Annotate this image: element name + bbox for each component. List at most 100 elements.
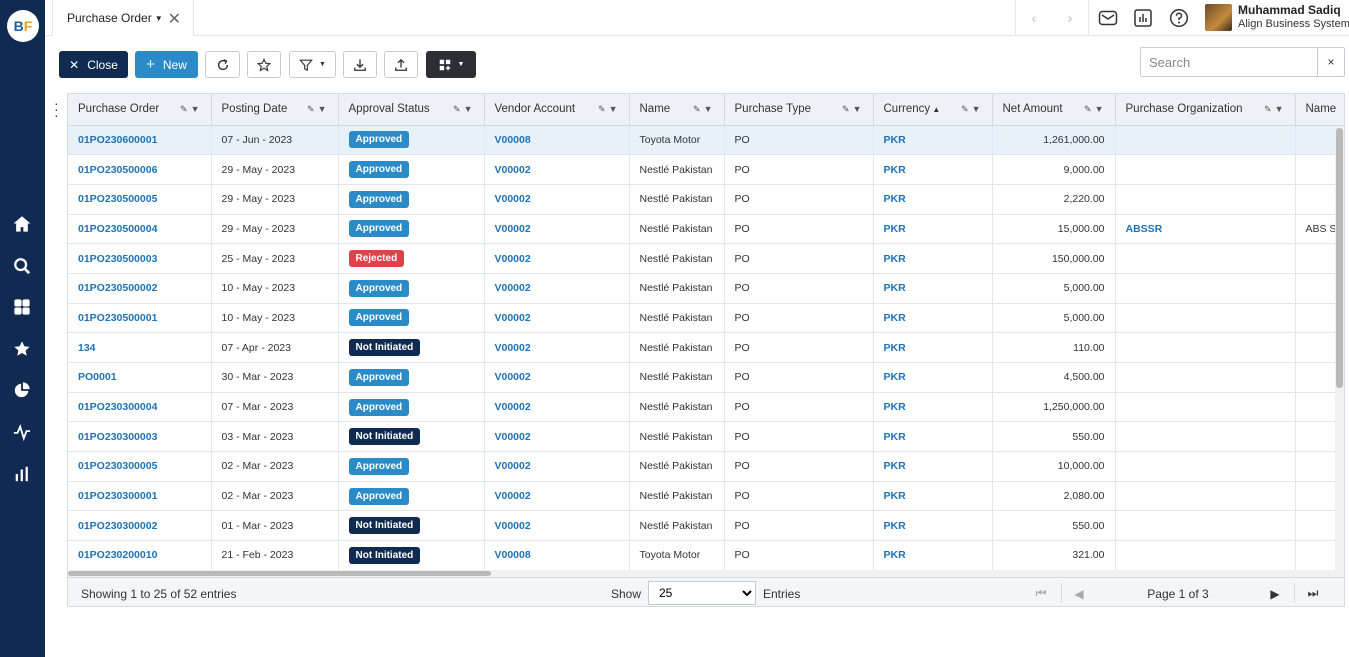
po-number-cell[interactable]: 01PO230500005	[68, 184, 212, 215]
vendor-account-cell[interactable]: V00002	[484, 362, 630, 393]
currency-cell[interactable]: PKR	[873, 154, 993, 185]
page-size-select[interactable]: 25	[648, 581, 756, 605]
po-number-cell[interactable]: 01PO230500006	[68, 154, 212, 185]
column-header-currency[interactable]: Currency ▲ ✎▼	[873, 94, 993, 126]
star-icon[interactable]	[12, 339, 32, 359]
column-header-name[interactable]: Name ✎▼	[629, 94, 725, 126]
mail-icon[interactable]	[1098, 8, 1118, 28]
vertical-scrollbar[interactable]	[1335, 126, 1344, 570]
chevron-left-icon[interactable]: ‹	[1032, 10, 1037, 26]
currency-cell[interactable]: PKR	[873, 214, 993, 245]
download-button[interactable]	[343, 51, 377, 78]
vendor-account-cell[interactable]: V00002	[484, 332, 630, 363]
vendor-account-cell[interactable]: V00002	[484, 214, 630, 245]
currency-cell[interactable]: PKR	[873, 451, 993, 482]
last-page-icon[interactable]: ⏭	[1302, 578, 1324, 606]
reports-bar-icon[interactable]	[12, 464, 32, 484]
po-number-cell[interactable]: 01PO230200010	[68, 540, 212, 571]
table-row[interactable]: 01PO230500005 29 - May - 2023 Approved V000…	[68, 184, 1344, 215]
vendor-account-cell[interactable]: V00002	[484, 154, 630, 185]
table-row[interactable]: 01PO230300001 02 - Mar - 2023 Approved V000…	[68, 481, 1344, 512]
vendor-account-cell[interactable]: V00008	[484, 125, 630, 156]
currency-cell[interactable]: PKR	[873, 243, 993, 274]
search-icon[interactable]	[12, 256, 32, 276]
currency-cell[interactable]: PKR	[873, 481, 993, 512]
pin-filter-icons[interactable]: ✎▼	[180, 104, 202, 115]
currency-cell[interactable]: PKR	[873, 125, 993, 156]
pin-filter-icons[interactable]: ✎▼	[1084, 104, 1106, 115]
refresh-button[interactable]	[205, 51, 240, 78]
currency-cell[interactable]: PKR	[873, 362, 993, 393]
help-icon[interactable]	[1169, 8, 1189, 28]
vendor-account-cell[interactable]: V00002	[484, 421, 630, 453]
po-number-cell[interactable]: 01PO230500001	[68, 303, 212, 334]
purchase-organization-cell[interactable]	[1115, 332, 1296, 363]
next-page-icon[interactable]: ▶	[1264, 578, 1286, 606]
column-header-approval-status[interactable]: Approval Status ✎▼	[338, 94, 485, 126]
po-number-cell[interactable]: PO0001	[68, 362, 212, 393]
po-number-cell[interactable]: 134	[68, 332, 212, 363]
vendor-account-cell[interactable]: V00002	[484, 510, 630, 542]
currency-cell[interactable]: PKR	[873, 540, 993, 571]
new-button[interactable]: + New	[135, 51, 198, 78]
po-number-cell[interactable]: 01PO230500004	[68, 214, 212, 245]
vendor-account-cell[interactable]: V00002	[484, 273, 630, 304]
currency-cell[interactable]: PKR	[873, 392, 993, 423]
table-row[interactable]: 01PO230300004 07 - Mar - 2023 Approved V000…	[68, 392, 1344, 423]
purchase-organization-cell[interactable]	[1115, 154, 1296, 185]
vendor-account-cell[interactable]: V00002	[484, 451, 630, 482]
pin-filter-icons[interactable]: ✎▼	[1264, 104, 1286, 115]
pin-filter-icons[interactable]: ✎▼	[961, 104, 983, 115]
po-number-cell[interactable]: 01PO230500003	[68, 243, 212, 274]
pin-filter-icons[interactable]: ✎▼	[693, 104, 715, 115]
table-row[interactable]: 01PO230500003 25 - May - 2023 Rejected V000…	[68, 243, 1344, 274]
currency-cell[interactable]: PKR	[873, 303, 993, 334]
table-row[interactable]: 01PO230500001 10 - May - 2023 Approved V000…	[68, 303, 1344, 334]
tab-purchase-order[interactable]: Purchase Order ▼ ✕	[52, 0, 194, 36]
currency-cell[interactable]: PKR	[873, 510, 993, 542]
clear-search-icon[interactable]: ×	[1317, 48, 1344, 76]
chevron-right-icon[interactable]: ›	[1068, 10, 1073, 26]
currency-cell[interactable]: PKR	[873, 273, 993, 304]
purchase-organization-cell[interactable]	[1115, 184, 1296, 215]
po-number-cell[interactable]: 01PO230300005	[68, 451, 212, 482]
column-header-purchase-order[interactable]: Purchase Order ✎▼	[68, 94, 212, 126]
currency-cell[interactable]: PKR	[873, 332, 993, 363]
column-header-vendor-account[interactable]: Vendor Account ✎▼	[484, 94, 630, 126]
vendor-account-cell[interactable]: V00002	[484, 481, 630, 512]
home-icon[interactable]	[12, 214, 32, 234]
po-number-cell[interactable]: 01PO230300003	[68, 421, 212, 453]
purchase-organization-cell[interactable]	[1115, 303, 1296, 334]
column-header-net-amount[interactable]: Net Amount ✎▼	[992, 94, 1116, 126]
pin-filter-icons[interactable]: ✎▼	[453, 104, 475, 115]
app-logo[interactable]: BF	[7, 10, 39, 42]
table-row[interactable]: 134 07 - Apr - 2023 Not Initiated V00002 Nes…	[68, 332, 1344, 363]
view-options-button[interactable]: ▼	[426, 51, 476, 78]
currency-cell[interactable]: PKR	[873, 184, 993, 215]
purchase-organization-cell[interactable]	[1115, 273, 1296, 304]
avatar[interactable]	[1205, 4, 1232, 31]
close-button[interactable]: ✕ Close	[59, 51, 128, 78]
report-icon[interactable]	[1133, 8, 1153, 28]
purchase-organization-cell[interactable]	[1115, 125, 1296, 156]
table-row[interactable]: 01PO230600001 07 - Jun - 2023 Approved V000…	[68, 125, 1344, 156]
table-row[interactable]: 01PO230500002 10 - May - 2023 Approved V000…	[68, 273, 1344, 304]
column-header-organization-name[interactable]: Name	[1295, 94, 1344, 126]
table-row[interactable]: 01PO230300003 03 - Mar - 2023 Not Initiate…	[68, 421, 1344, 453]
vendor-account-cell[interactable]: V00008	[484, 540, 630, 571]
po-number-cell[interactable]: 01PO230300004	[68, 392, 212, 423]
first-page-icon[interactable]: ⏮	[1030, 578, 1052, 606]
table-row[interactable]: PO0001 30 - Mar - 2023 Approved V00002 Nestl…	[68, 362, 1344, 393]
purchase-organization-cell[interactable]	[1115, 243, 1296, 274]
vendor-account-cell[interactable]: V00002	[484, 303, 630, 334]
purchase-organization-cell[interactable]: ABSSR	[1115, 214, 1296, 245]
horizontal-scrollbar[interactable]	[68, 570, 1344, 577]
activity-icon[interactable]	[12, 422, 32, 442]
column-header-purchase-organization[interactable]: Purchase Organization ✎▼	[1115, 94, 1296, 126]
vendor-account-cell[interactable]: V00002	[484, 243, 630, 274]
dashboard-grid-icon[interactable]	[12, 297, 32, 317]
table-row[interactable]: 01PO230300005 02 - Mar - 2023 Approved V000…	[68, 451, 1344, 482]
purchase-organization-cell[interactable]	[1115, 392, 1296, 423]
purchase-organization-cell[interactable]	[1115, 510, 1296, 542]
po-number-cell[interactable]: 01PO230600001	[68, 125, 212, 156]
